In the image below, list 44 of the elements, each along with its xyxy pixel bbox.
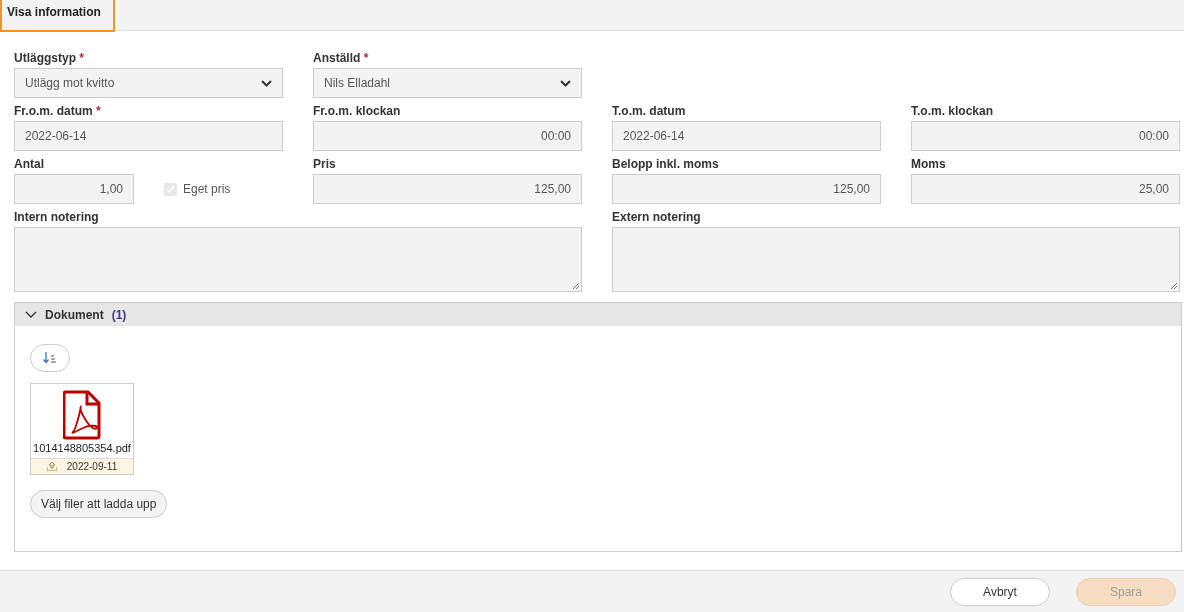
chevron-down-icon: [560, 79, 571, 87]
input-field[interactable]: 2022-06-14: [14, 121, 283, 151]
upload-button[interactable]: Välj filer att ladda upp: [30, 490, 168, 518]
file-name: 1014148805354.pdf: [33, 442, 131, 454]
sort-icon: [43, 352, 57, 364]
notes-field[interactable]: [612, 227, 1180, 292]
checkmark-icon: [166, 185, 175, 193]
input-field[interactable]: 2022-06-14: [612, 121, 881, 151]
input-field[interactable]: 1,00: [14, 174, 134, 204]
upload-icon: [46, 462, 57, 471]
upload-date: 2022-09-11: [66, 461, 118, 472]
documents-header[interactable]: Dokument (1): [15, 303, 1181, 326]
field-label: Anställd *: [313, 51, 370, 66]
field-label: T.o.m. klockan: [911, 104, 995, 119]
resize-grip-icon: [572, 282, 579, 289]
resize-grip-icon: [1170, 282, 1177, 289]
input-field[interactable]: 125,00: [612, 174, 881, 204]
field-label: Moms: [911, 157, 947, 172]
field-label: T.o.m. datum: [612, 104, 687, 119]
input-field[interactable]: 00:00: [911, 121, 1180, 151]
dropdown-field[interactable]: Utlägg mot kvitto: [14, 68, 283, 98]
field-label: Extern notering: [612, 210, 702, 225]
pdf-file-icon: [63, 390, 101, 440]
sort-button[interactable]: [30, 344, 70, 372]
field-label: Belopp inkl. moms: [612, 157, 720, 172]
chevron-down-icon: [261, 79, 272, 87]
field-label: Pris: [313, 157, 337, 172]
dialog-button[interactable]: Avbryt: [950, 577, 1050, 606]
dropdown-field[interactable]: Nils Elladahl: [313, 68, 582, 98]
field-label: Fr.o.m. datum *: [14, 104, 102, 119]
input-field[interactable]: 125,00: [313, 174, 582, 204]
input-field[interactable]: 25,00: [911, 174, 1180, 204]
required-mark: *: [96, 104, 101, 118]
file-card[interactable]: 1014148805354.pdf 2022-09-11: [30, 383, 134, 475]
field-label: Antal: [14, 157, 45, 172]
required-mark: *: [79, 51, 85, 65]
chevron-icon: [25, 310, 37, 319]
dialog-tab[interactable]: Visa information: [0, 0, 115, 32]
field-label: Intern notering: [14, 210, 100, 225]
input-field[interactable]: 00:00: [313, 121, 582, 151]
field-label: Utläggstyp *: [14, 51, 86, 66]
field-label: Fr.o.m. klockan: [313, 104, 402, 119]
required-mark: *: [363, 51, 369, 65]
notes-field[interactable]: [14, 227, 582, 292]
